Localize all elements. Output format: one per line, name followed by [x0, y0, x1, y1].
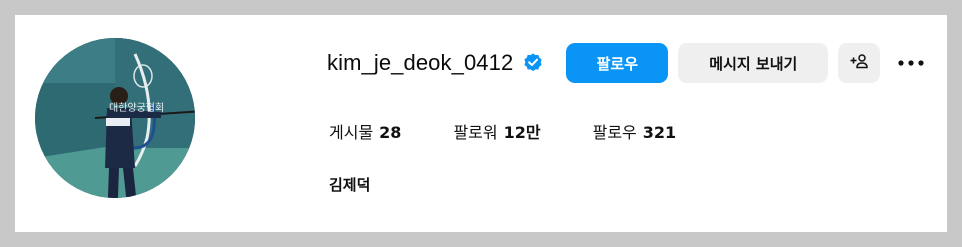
- stat-posts: 게시물 28: [329, 119, 401, 143]
- avatar-photo: 대한양궁협회: [35, 38, 195, 198]
- message-button[interactable]: 메시지 보내기: [678, 43, 829, 83]
- stat-following[interactable]: 팔로우 321: [593, 119, 677, 143]
- profile-stats: 게시물 28 팔로워 12만 팔로우 321: [329, 119, 676, 143]
- more-options-icon[interactable]: [896, 48, 926, 78]
- add-person-icon: [849, 53, 869, 73]
- verified-badge-icon: [522, 52, 544, 74]
- posts-count: 28: [379, 123, 402, 142]
- posts-label: 게시물: [329, 123, 374, 142]
- stat-followers[interactable]: 팔로워 12만: [453, 119, 540, 143]
- followers-count: 12만: [503, 123, 541, 142]
- following-label: 팔로우: [592, 123, 637, 142]
- full-name: 김제덕: [329, 176, 371, 194]
- profile-header: 대한양궁협회 kim_je_deok_0412 팔로우 메시지 보내기 게시물 …: [15, 15, 947, 232]
- svg-text:대한양궁협회: 대한양궁협회: [109, 101, 164, 114]
- follow-button[interactable]: 팔로우: [566, 43, 669, 83]
- following-count: 321: [642, 123, 677, 142]
- add-user-button[interactable]: [838, 43, 881, 83]
- followers-label: 팔로워: [453, 123, 498, 142]
- username: kim_je_deok_0412: [327, 50, 514, 75]
- profile-top-row: kim_je_deok_0412 팔로우 메시지 보내기: [327, 42, 926, 84]
- profile-avatar[interactable]: 대한양궁협회: [35, 38, 195, 198]
